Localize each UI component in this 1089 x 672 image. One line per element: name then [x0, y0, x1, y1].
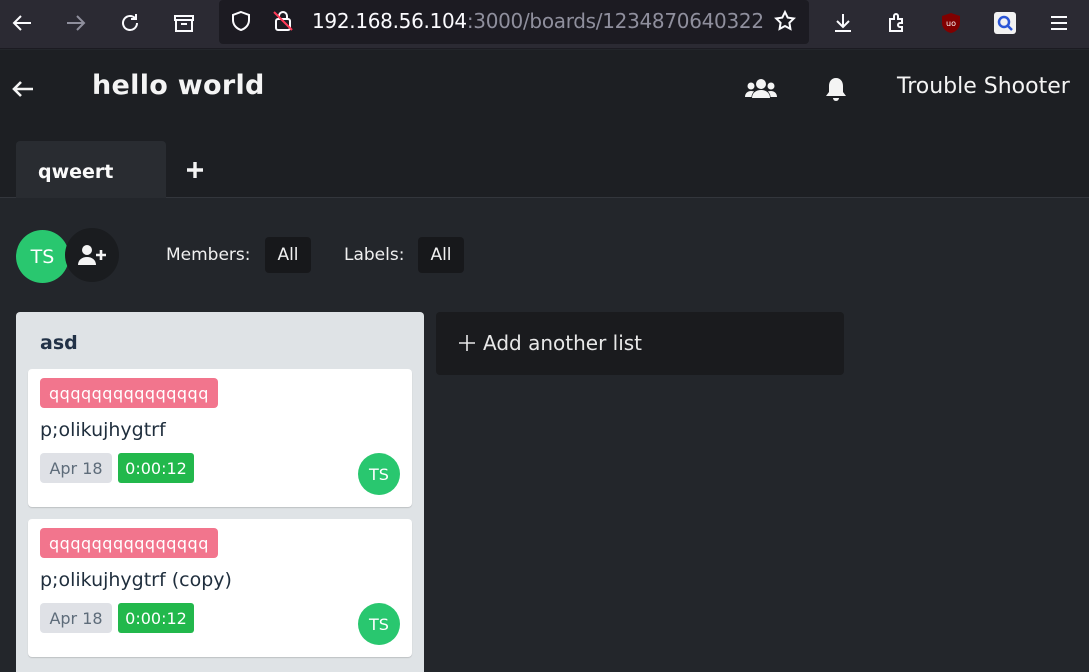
url-host: 192.168.56.104 [312, 9, 467, 33]
list-asd[interactable]: asd qqqqqqqqqqqqqqq p;olikujhygtrf Apr 1… [16, 312, 424, 672]
reload-icon[interactable] [116, 9, 144, 37]
card-label: qqqqqqqqqqqqqqq [40, 528, 218, 558]
bookmark-star-icon[interactable] [771, 7, 799, 35]
card[interactable]: qqqqqqqqqqqqqqq p;olikujhygtrf Apr 18 0:… [28, 369, 412, 507]
browser-toolbar: 192.168.56.104:3000/boards/1234870640322… [0, 0, 1089, 49]
tabs-bar: qweert [0, 125, 1089, 198]
svg-text:uo: uo [946, 19, 956, 28]
timer-badge: 0:00:12 [118, 603, 194, 633]
back-icon[interactable] [8, 9, 36, 37]
user-name[interactable]: Trouble Shooter [897, 74, 1070, 99]
card-member-avatar[interactable]: TS [358, 453, 400, 495]
due-date-badge: Apr 18 [40, 453, 112, 483]
members-filter-label: Members: [166, 245, 251, 265]
card-title: p;olikujhygtrf [40, 419, 166, 441]
add-member-button[interactable] [65, 228, 119, 282]
back-arrow-icon[interactable] [10, 76, 36, 102]
insecure-lock-icon[interactable] [269, 7, 297, 35]
container-icon[interactable] [170, 9, 198, 37]
tab-label: qweert [38, 161, 114, 183]
labels-filter-button[interactable]: All [418, 237, 464, 273]
extensions-icon[interactable] [883, 9, 911, 37]
due-date-badge: Apr 18 [40, 603, 112, 633]
user-plus-icon [78, 245, 106, 265]
address-bar[interactable]: 192.168.56.104:3000/boards/1234870640322… [219, 0, 809, 44]
members-filter-button[interactable]: All [265, 237, 311, 273]
add-list-button[interactable]: Add another list [436, 312, 844, 375]
card-title: p;olikujhygtrf (copy) [40, 569, 232, 591]
add-list-label: Add another list [483, 331, 643, 355]
download-icon[interactable] [829, 9, 857, 37]
timer-badge: 0:00:12 [118, 453, 194, 483]
url-text[interactable]: 192.168.56.104:3000/boards/1234870640322… [312, 9, 764, 33]
shield-icon[interactable] [227, 7, 255, 35]
plus-icon[interactable] [183, 158, 207, 182]
card-member-avatar[interactable]: TS [358, 603, 400, 645]
list-title[interactable]: asd [40, 332, 78, 354]
forward-icon[interactable] [62, 9, 90, 37]
url-path: :3000/boards/12348706403228069 [466, 9, 764, 33]
board-header: hello world Trouble Shooter [0, 50, 1089, 125]
plus-icon [458, 334, 476, 352]
card[interactable]: qqqqqqqqqqqqqqq p;olikujhygtrf (copy) Ap… [28, 519, 412, 657]
card-label: qqqqqqqqqqqqqqq [40, 378, 218, 408]
menu-icon[interactable] [1045, 9, 1073, 37]
bell-icon[interactable] [824, 76, 848, 102]
ublock-icon[interactable]: uo [937, 9, 965, 37]
member-avatar[interactable]: TS [16, 230, 69, 283]
members-icon[interactable] [745, 77, 777, 101]
search-extension-icon[interactable] [991, 9, 1019, 37]
tab-qweert[interactable]: qweert [16, 141, 166, 198]
labels-filter-label: Labels: [344, 245, 405, 265]
board-title[interactable]: hello world [92, 70, 265, 101]
